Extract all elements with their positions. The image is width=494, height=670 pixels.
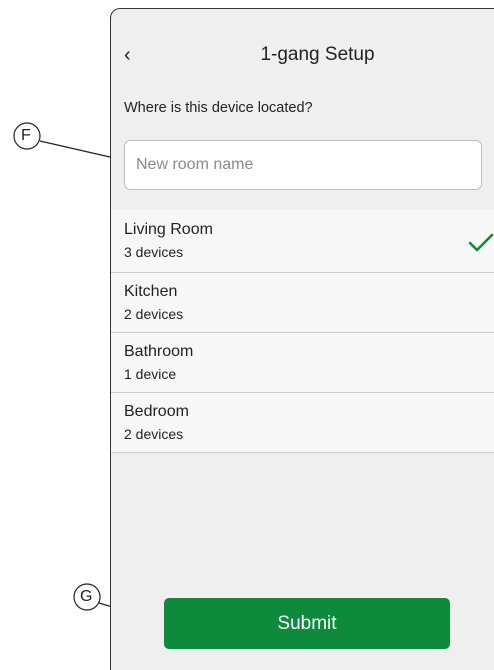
room-list: Living Room 3 devices Kitchen 2 devices … bbox=[111, 210, 494, 453]
room-item-bathroom[interactable]: Bathroom 1 device bbox=[111, 333, 494, 393]
checkmark-icon bbox=[468, 233, 494, 252]
back-chevron-icon[interactable]: ‹ bbox=[124, 43, 144, 67]
room-device-count: 2 devices bbox=[124, 426, 184, 442]
new-room-name-input[interactable] bbox=[124, 140, 482, 190]
room-name: Bedroom bbox=[124, 403, 189, 420]
room-name: Bathroom bbox=[124, 343, 194, 360]
submit-button[interactable]: Submit bbox=[164, 598, 450, 649]
room-item-kitchen[interactable]: Kitchen 2 devices bbox=[111, 273, 494, 333]
room-item-bedroom[interactable]: Bedroom 2 devices bbox=[111, 393, 494, 453]
room-device-count: 1 device bbox=[124, 366, 177, 382]
room-name: Kitchen bbox=[124, 283, 178, 300]
page-title: 1-gang Setup bbox=[260, 44, 375, 65]
callout-f-label: F bbox=[21, 127, 31, 144]
phone-screen: ‹ 1-gang Setup Where is this device loca… bbox=[110, 8, 494, 670]
room-device-count: 3 devices bbox=[124, 244, 184, 260]
room-item-living-room[interactable]: Living Room 3 devices bbox=[111, 210, 494, 273]
location-question: Where is this device located? bbox=[124, 100, 313, 116]
callout-g-label: G bbox=[80, 588, 93, 605]
room-name: Living Room bbox=[124, 221, 213, 238]
room-device-count: 2 devices bbox=[124, 306, 184, 322]
